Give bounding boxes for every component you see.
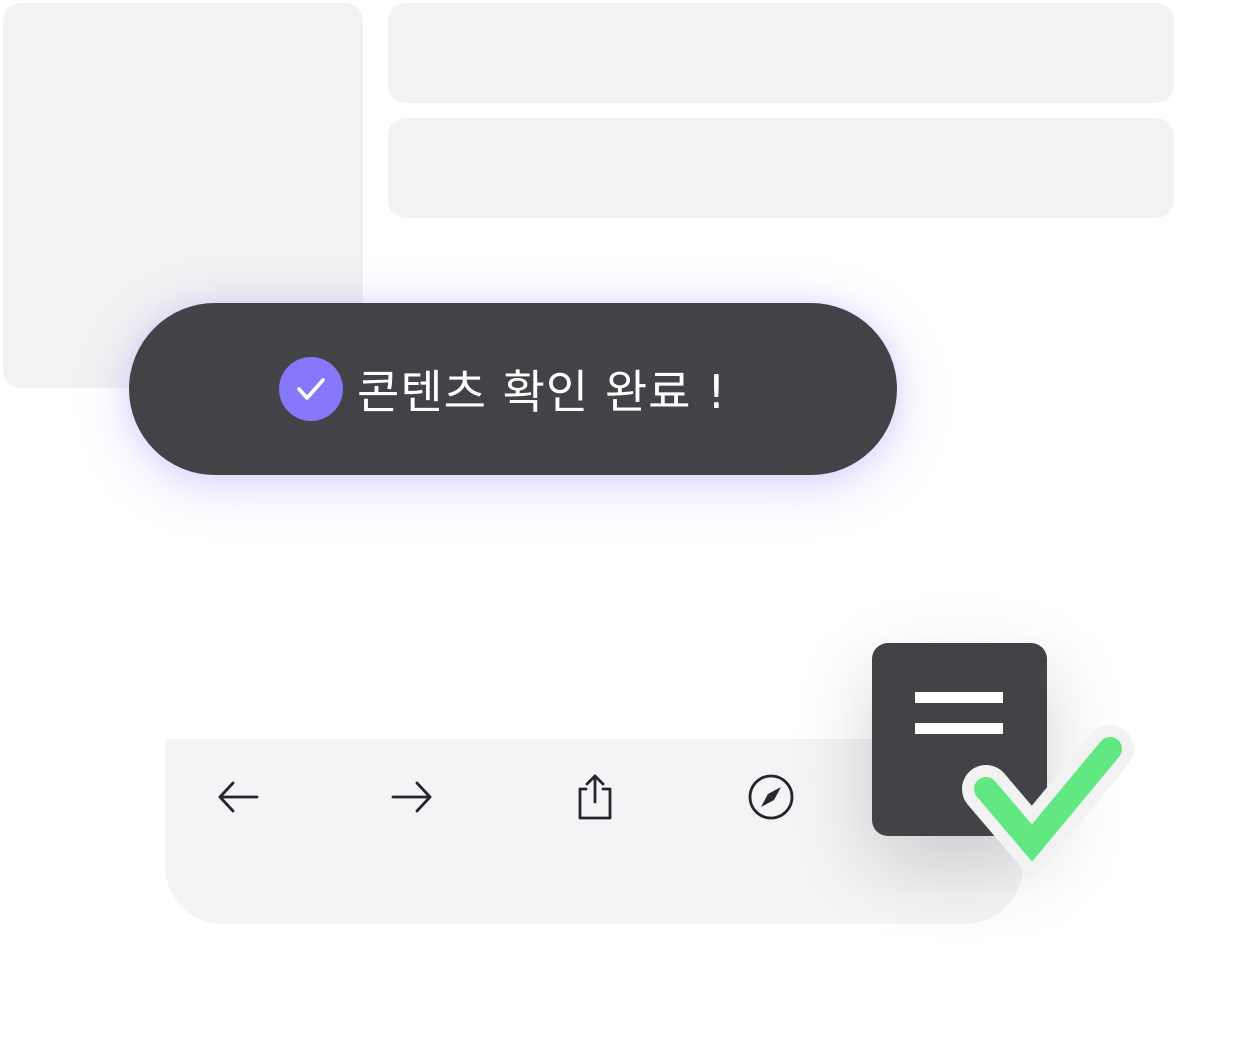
back-button[interactable] bbox=[210, 769, 266, 825]
arrow-left-icon bbox=[218, 781, 259, 813]
check-circle-icon bbox=[279, 357, 343, 421]
share-button[interactable] bbox=[566, 769, 622, 825]
toast-message: 콘텐츠 확인 완료 ! bbox=[357, 365, 727, 419]
forward-button[interactable] bbox=[384, 769, 440, 825]
skeleton-line-placeholder bbox=[388, 3, 1174, 103]
document-check-badge bbox=[872, 643, 1140, 893]
compass-icon bbox=[748, 774, 794, 820]
share-icon bbox=[578, 774, 612, 820]
arrow-right-icon bbox=[391, 781, 432, 813]
document-check-icon bbox=[872, 643, 1134, 881]
skeleton-line-placeholder bbox=[388, 118, 1174, 218]
toast-notification: 콘텐츠 확인 완료 ! bbox=[129, 303, 897, 475]
compass-button[interactable] bbox=[743, 769, 799, 825]
